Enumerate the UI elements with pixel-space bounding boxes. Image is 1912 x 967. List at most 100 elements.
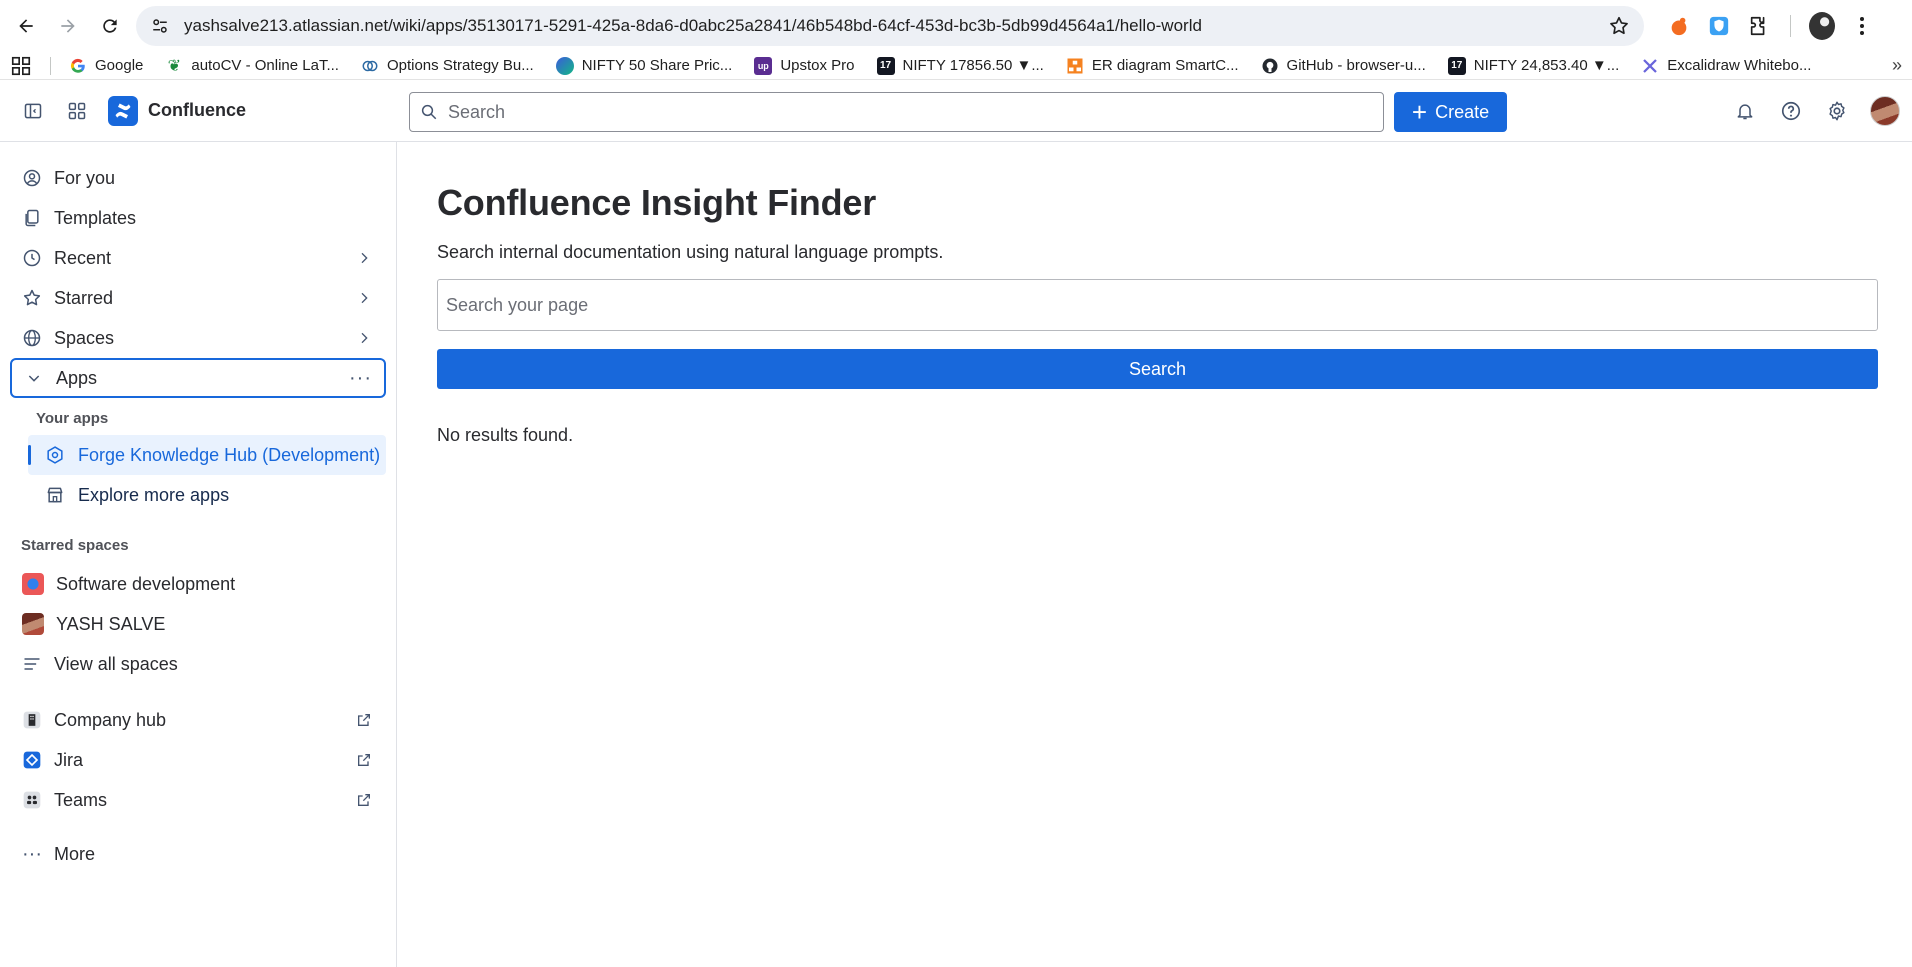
results-status: No results found. bbox=[437, 425, 574, 445]
bookmark-nifty50[interactable]: NIFTY 50 Share Pric... bbox=[555, 56, 733, 75]
browser-toolbar: yashsalve213.atlassian.net/wiki/apps/351… bbox=[0, 0, 1912, 52]
bookmark-label: Excalidraw Whitebo... bbox=[1667, 57, 1812, 74]
sidebar-item-recent[interactable]: Recent bbox=[10, 238, 386, 278]
sidebar-toggle-icon[interactable] bbox=[14, 92, 52, 130]
arrow-left-icon bbox=[19, 19, 33, 33]
sidebar-item-spaces[interactable]: Spaces bbox=[10, 318, 386, 358]
clock-icon bbox=[22, 248, 42, 268]
bookmark-label: NIFTY 17856.50 ▼... bbox=[902, 57, 1044, 74]
sidebar-item-label: View all spaces bbox=[54, 653, 178, 674]
create-label: Create bbox=[1435, 101, 1490, 122]
bookmark-github[interactable]: GitHub - browser-u... bbox=[1261, 57, 1426, 75]
sidebar: For you Templates Recent Starred Spaces … bbox=[0, 142, 397, 967]
create-button[interactable]: + Create bbox=[1394, 92, 1507, 132]
site-info-icon[interactable] bbox=[148, 14, 172, 38]
sidebar-item-label: Starred bbox=[54, 287, 114, 308]
sidebar-item-label: Spaces bbox=[54, 327, 115, 348]
software-space-icon bbox=[22, 573, 44, 595]
settings-gear-icon[interactable] bbox=[1820, 92, 1854, 130]
sidebar-item-templates[interactable]: Templates bbox=[10, 198, 386, 238]
bookmark-autocv[interactable]: ❦ autoCV - Online LaT... bbox=[165, 57, 339, 75]
bookmark-options-strategy[interactable]: Options Strategy Bu... bbox=[361, 57, 534, 75]
bookmark-excalidraw[interactable]: Excalidraw Whitebo... bbox=[1641, 57, 1811, 75]
arrow-right-icon bbox=[61, 19, 75, 33]
sidebar-item-label: Recent bbox=[54, 247, 112, 268]
sidebar-item-starred[interactable]: Starred bbox=[10, 278, 386, 318]
extension-shield-icon[interactable] bbox=[1706, 13, 1732, 39]
sidebar-space-yash-salve[interactable]: YASH SALVE bbox=[10, 604, 386, 644]
more-options-icon[interactable]: ··· bbox=[349, 367, 372, 390]
bookmarks-bar: Google ❦ autoCV - Online LaT... Options … bbox=[0, 52, 1912, 80]
sidebar-jira[interactable]: Jira bbox=[10, 740, 386, 780]
star-icon bbox=[22, 288, 42, 308]
profile-avatar[interactable] bbox=[1809, 12, 1835, 40]
user-avatar[interactable] bbox=[1870, 96, 1900, 126]
bookmark-label: NIFTY 50 Share Pric... bbox=[581, 57, 733, 74]
sidebar-item-apps[interactable]: Apps ··· bbox=[10, 358, 386, 398]
global-search-input[interactable]: Search bbox=[409, 92, 1384, 132]
confluence-logo-icon bbox=[108, 95, 138, 126]
tradingview-icon: 17 bbox=[876, 56, 895, 75]
browser-menu-icon[interactable] bbox=[1849, 13, 1875, 39]
plus-icon: + bbox=[1411, 97, 1428, 127]
chevron-right-icon[interactable] bbox=[356, 250, 372, 266]
sidebar-more[interactable]: ··· More bbox=[10, 834, 386, 874]
sidebar-company-hub[interactable]: Company hub bbox=[10, 700, 386, 740]
chevron-right-icon[interactable] bbox=[356, 290, 372, 306]
search-icon bbox=[421, 104, 437, 120]
forward-button[interactable] bbox=[50, 8, 86, 44]
bookmark-label: Upstox Pro bbox=[780, 57, 855, 74]
templates-icon bbox=[22, 208, 42, 228]
leaf-icon: ❦ bbox=[167, 57, 182, 75]
chevron-down-icon bbox=[24, 368, 44, 388]
external-link-icon bbox=[358, 794, 370, 806]
bookmark-upstox[interactable]: up Upstox Pro bbox=[754, 56, 855, 75]
user-circle-icon bbox=[22, 168, 42, 188]
brand-name: Confluence bbox=[148, 100, 247, 120]
starred-spaces-heading: Starred spaces bbox=[21, 537, 129, 554]
page-description: Search internal documentation using natu… bbox=[437, 242, 944, 262]
bookmark-nifty-24853[interactable]: 17 NIFTY 24,853.40 ▼... bbox=[1447, 56, 1619, 75]
sidebar-item-label: Company hub bbox=[54, 709, 167, 730]
app-switcher-icon[interactable] bbox=[58, 92, 96, 130]
external-link-icon bbox=[358, 754, 370, 766]
sidebar-teams[interactable]: Teams bbox=[10, 780, 386, 820]
bookmark-star-icon[interactable] bbox=[1608, 15, 1630, 37]
address-bar[interactable]: yashsalve213.atlassian.net/wiki/apps/351… bbox=[136, 6, 1644, 46]
sidebar-space-software-development[interactable]: Software development bbox=[10, 564, 386, 604]
more-dots-icon: ··· bbox=[22, 842, 42, 865]
page-title: Confluence Insight Finder bbox=[437, 182, 877, 223]
sidebar-item-label: For you bbox=[54, 167, 116, 188]
bookmark-nifty-17856[interactable]: 17 NIFTY 17856.50 ▼... bbox=[876, 56, 1044, 75]
smartdraw-icon bbox=[1067, 58, 1083, 73]
bookmarks-overflow-icon[interactable]: » bbox=[1892, 55, 1902, 76]
main-content: Confluence Insight Finder Search interna… bbox=[397, 142, 1912, 967]
back-button[interactable] bbox=[8, 8, 44, 44]
reload-button[interactable] bbox=[92, 8, 128, 44]
chevron-right-icon[interactable] bbox=[356, 330, 372, 346]
help-icon[interactable] bbox=[1774, 92, 1808, 130]
url-text[interactable]: yashsalve213.atlassian.net/wiki/apps/351… bbox=[184, 16, 1608, 36]
excalidraw-icon bbox=[1643, 58, 1658, 73]
global-search-placeholder: Search bbox=[448, 101, 506, 122]
bookmark-er-diagram[interactable]: ER diagram SmartC... bbox=[1066, 57, 1239, 75]
notifications-bell-icon[interactable] bbox=[1728, 92, 1762, 130]
page-search-input[interactable] bbox=[437, 279, 1878, 331]
confluence-home-link[interactable]: Confluence bbox=[108, 95, 247, 126]
tradingview-icon: 17 bbox=[1447, 56, 1466, 75]
sidebar-app-forge-knowledge-hub[interactable]: Forge Knowledge Hub (Development) bbox=[28, 435, 386, 475]
bookmark-google[interactable]: Google bbox=[69, 57, 143, 75]
bookmark-label: Google bbox=[95, 57, 144, 74]
external-link-icon bbox=[358, 714, 370, 726]
sidebar-item-label: YASH SALVE bbox=[56, 613, 166, 634]
apps-grid-icon[interactable] bbox=[10, 55, 32, 77]
search-button[interactable]: Search bbox=[437, 349, 1878, 389]
github-icon bbox=[1262, 58, 1278, 73]
sidebar-item-for-you[interactable]: For you bbox=[10, 158, 386, 198]
sidebar-app-explore-more[interactable]: Explore more apps bbox=[28, 475, 386, 515]
extensions-puzzle-icon[interactable] bbox=[1746, 13, 1772, 39]
extension-orange-icon[interactable] bbox=[1666, 13, 1692, 39]
sidebar-item-label: Teams bbox=[54, 789, 108, 810]
sidebar-view-all-spaces[interactable]: View all spaces bbox=[10, 644, 386, 684]
sidebar-app-label: Explore more apps bbox=[78, 484, 230, 505]
